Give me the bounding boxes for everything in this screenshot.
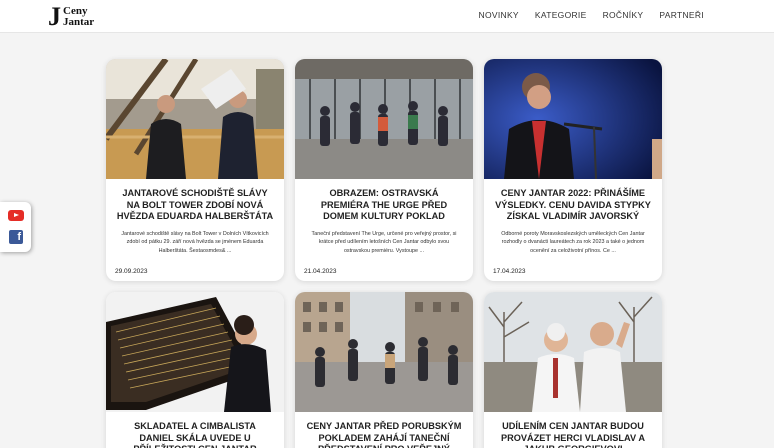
article-title[interactable]: SKLADATEL A CIMBALISTA DANIEL SKÁLA UVED… — [116, 421, 274, 448]
article-image[interactable] — [484, 59, 662, 179]
article-image[interactable] — [106, 59, 284, 179]
article-title[interactable]: JANTAROVÉ SCHODIŠTĚ SLÁVY NA BOLT TOWER … — [116, 188, 274, 223]
ceny-jantar-logo[interactable]: J Ceny Jantar — [48, 2, 94, 31]
logo-mark: J — [48, 2, 61, 31]
article-date: 17.04.2023 — [493, 268, 526, 275]
nav-kategorie[interactable]: KATEGORIE — [535, 10, 587, 20]
article-title[interactable]: OBRAZEM: OSTRAVSKÁ PREMIÉRA THE URGE PŘE… — [305, 188, 463, 223]
logo-line-2: Jantar — [63, 16, 95, 28]
article-card[interactable]: UDÍLENÍM CEN JANTAR BUDOU PROVÁZET HERCI… — [484, 292, 662, 448]
social-links: f — [0, 202, 31, 252]
main-nav: NOVINKY KATEGORIE ROČNÍKY PARTNEŘI — [479, 10, 704, 20]
nav-rocniky[interactable]: ROČNÍKY — [603, 10, 644, 20]
article-title[interactable]: UDÍLENÍM CEN JANTAR BUDOU PROVÁZET HERCI… — [494, 421, 652, 448]
article-card[interactable]: JANTAROVÉ SCHODIŠTĚ SLÁVY NA BOLT TOWER … — [106, 59, 284, 281]
article-card[interactable]: SKLADATEL A CIMBALISTA DANIEL SKÁLA UVED… — [106, 292, 284, 448]
article-date: 21.04.2023 — [304, 268, 337, 275]
article-card[interactable]: OBRAZEM: OSTRAVSKÁ PREMIÉRA THE URGE PŘE… — [295, 59, 473, 281]
article-date: 29.09.2023 — [115, 268, 148, 275]
logo-text: Ceny Jantar — [63, 6, 94, 28]
article-title[interactable]: CENY JANTAR PŘED PORUBSKÝM POKLADEM ZAHÁ… — [305, 421, 463, 448]
youtube-icon[interactable] — [8, 210, 24, 221]
article-excerpt: Taneční představení The Urge, určené pro… — [311, 230, 457, 254]
article-excerpt: Odborné poroty Moravskoslezských uměleck… — [501, 230, 645, 254]
facebook-icon[interactable]: f — [9, 230, 23, 244]
article-card[interactable]: CENY JANTAR PŘED PORUBSKÝM POKLADEM ZAHÁ… — [295, 292, 473, 448]
article-excerpt: Jantarové schodiště slávy na Bolt Tower … — [121, 230, 269, 254]
article-image[interactable] — [295, 59, 473, 179]
nav-partneri[interactable]: PARTNEŘI — [659, 10, 704, 20]
article-card[interactable]: CENY JANTAR 2022: PŘINÁŠÍME VÝSLEDKY. CE… — [484, 59, 662, 281]
top-bar: J Ceny Jantar NOVINKY KATEGORIE ROČNÍKY … — [0, 0, 774, 33]
nav-novinky[interactable]: NOVINKY — [479, 10, 519, 20]
article-image[interactable] — [106, 292, 284, 412]
article-image[interactable] — [484, 292, 662, 412]
article-image[interactable] — [295, 292, 473, 412]
article-title[interactable]: CENY JANTAR 2022: PŘINÁŠÍME VÝSLEDKY. CE… — [494, 188, 652, 223]
